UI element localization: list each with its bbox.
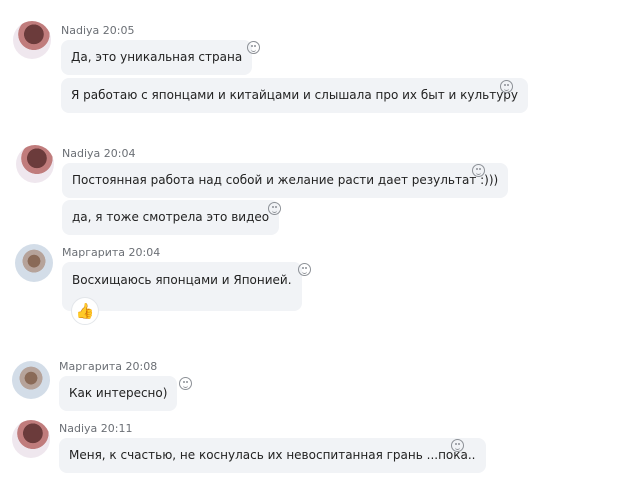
add-reaction-icon[interactable] (500, 80, 513, 93)
message-bubble[interactable]: Как интересно) (59, 376, 178, 411)
sender-label: Маргарита 20:04 (62, 246, 161, 259)
add-reaction-icon[interactable] (298, 263, 311, 276)
avatar[interactable] (13, 21, 51, 59)
sender-label: Nadiya 20:05 (61, 24, 135, 37)
sender-label: Nadiya 20:04 (62, 147, 136, 160)
avatar[interactable] (16, 145, 54, 183)
avatar[interactable] (12, 420, 50, 458)
add-reaction-icon[interactable] (268, 202, 281, 215)
message-bubble[interactable]: Постоянная работа над собой и желание ра… (62, 163, 509, 198)
sender-label: Nadiya 20:11 (59, 422, 133, 435)
avatar[interactable] (12, 361, 50, 399)
thumbs-up-reaction-icon[interactable]: 👍 (71, 297, 99, 325)
message-bubble[interactable]: Меня, к счастью, не коснулась их невоспи… (59, 438, 486, 473)
message-bubble[interactable]: Восхищаюсь японцами и Японией. (62, 262, 302, 311)
sender-label: Маргарита 20:08 (59, 360, 158, 373)
message-bubble[interactable]: Да, это уникальная страна (61, 40, 253, 75)
add-reaction-icon[interactable] (451, 439, 464, 452)
add-reaction-icon[interactable] (179, 377, 192, 390)
message-bubble[interactable]: Я работаю с японцами и китайцами и слыша… (61, 78, 529, 113)
avatar[interactable] (15, 244, 53, 282)
add-reaction-icon[interactable] (472, 164, 485, 177)
message-bubble[interactable]: да, я тоже смотрела это видео (62, 200, 280, 235)
add-reaction-icon[interactable] (247, 41, 260, 54)
